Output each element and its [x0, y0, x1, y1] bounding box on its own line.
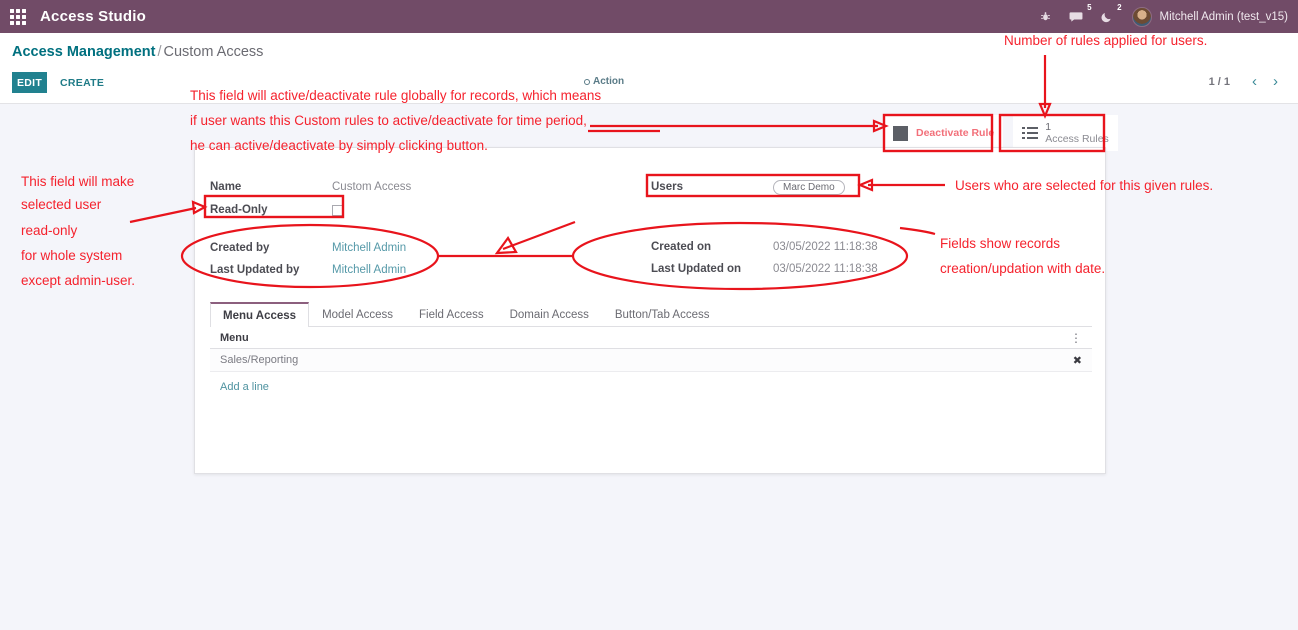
tab-model-access[interactable]: Model Access: [309, 302, 406, 327]
kebab-menu-icon[interactable]: ⋮: [1070, 332, 1082, 344]
created-by-label: Created by: [210, 242, 270, 254]
bug-icon[interactable]: [1040, 11, 1051, 22]
field-name-label: Name: [210, 181, 242, 193]
annotation-top-right: Number of rules applied for users.: [1004, 33, 1208, 48]
user-name-label: Mitchell Admin (test_v15): [1159, 10, 1288, 23]
notebook: Menu Access Model Access Field Access Do…: [210, 301, 1092, 395]
top-navbar: Access Studio 5 2 Mitchell Admin (test_v…: [0, 0, 1298, 33]
cell-menu: Sales/Reporting: [220, 354, 299, 366]
edit-button[interactable]: EDIT: [12, 72, 47, 93]
created-on-value: 03/05/2022 11:18:38: [773, 241, 878, 253]
close-icon[interactable]: ✖: [1073, 354, 1082, 367]
messages-badge: 5: [1087, 2, 1092, 12]
breadcrumb: Access Management / Custom Access: [12, 44, 263, 60]
created-on-label: Created on: [651, 241, 712, 253]
breadcrumb-root-link[interactable]: Access Management: [12, 44, 155, 60]
add-a-line-link[interactable]: Add a line: [220, 381, 269, 393]
annotation-meta-line1: Fields show records: [940, 236, 1061, 251]
pager-next-icon[interactable]: ›: [1265, 74, 1286, 89]
field-readonly-row: Read-Only: [210, 198, 630, 222]
readonly-checkbox[interactable]: [332, 204, 343, 216]
list-header-row: Menu ⋮: [210, 327, 1092, 349]
access-rules-button[interactable]: 1 Access Rules: [1013, 115, 1118, 151]
messages-icon[interactable]: 5: [1069, 3, 1092, 23]
form-sheet: Name Custom Access Read-Only Created by …: [194, 147, 1106, 474]
breadcrumb-current: Custom Access: [163, 44, 264, 60]
last-updated-on-value: 03/05/2022 11:18:38: [773, 263, 878, 275]
annotation-deactivate-line3: he can active/deactivate by simply click…: [190, 138, 488, 153]
field-created-by-row: Created by Mitchell Admin: [210, 237, 630, 259]
annotation-readonly-line3: read-only: [21, 223, 78, 238]
menu-access-list: Menu ⋮ Sales/Reporting ✖ Add a line: [210, 327, 1092, 395]
apps-grid-icon[interactable]: [10, 8, 26, 25]
last-updated-by-value[interactable]: Mitchell Admin: [332, 264, 406, 276]
stat-button-box: Deactivate Rule 1 Access Rules: [884, 115, 1118, 151]
pager-prev-icon[interactable]: ‹: [1244, 74, 1265, 89]
annotation-arrow-readonly: [129, 206, 197, 224]
created-by-value[interactable]: Mitchell Admin: [332, 242, 406, 254]
record-pager: 1 / 1 ‹ ›: [1209, 74, 1286, 89]
annotation-readonly-line1: This field will make: [21, 174, 135, 189]
deactivate-rule-label: Deactivate Rule: [916, 127, 995, 139]
pager-counter: 1 / 1: [1208, 75, 1230, 88]
tab-button-tab-access[interactable]: Button/Tab Access: [602, 302, 723, 327]
field-users-label: Users: [651, 181, 683, 193]
annotation-meta-line2: creation/updation with date.: [940, 261, 1106, 276]
list-icon: [1022, 126, 1039, 140]
access-rules-count: 1: [1045, 120, 1052, 133]
column-header-menu: Menu: [220, 331, 249, 344]
table-row[interactable]: Sales/Reporting ✖: [210, 349, 1092, 372]
access-rules-label: Access Rules: [1045, 133, 1109, 145]
tab-field-access[interactable]: Field Access: [406, 302, 497, 327]
form-left-column: Name Custom Access Read-Only: [210, 176, 630, 222]
avatar: [1131, 6, 1152, 27]
app-brand-title[interactable]: Access Studio: [40, 8, 146, 25]
annotation-deactivate-line1: This field will active/deactivate rule g…: [190, 88, 602, 103]
notebook-tabs: Menu Access Model Access Field Access Do…: [210, 301, 1092, 327]
users-tag[interactable]: Marc Demo: [773, 179, 845, 195]
annotation-deactivate-line2: if user wants this Custom rules to activ…: [190, 113, 587, 128]
toggle-square-icon: [893, 125, 908, 141]
last-updated-on-label: Last Updated on: [651, 263, 742, 275]
field-name-row: Name Custom Access: [210, 176, 630, 198]
form-left-meta: Created by Mitchell Admin Last Updated b…: [210, 237, 630, 281]
tab-menu-access[interactable]: Menu Access: [210, 302, 310, 327]
field-last-updated-by-row: Last Updated by Mitchell Admin: [210, 259, 630, 281]
screen-root: Access Studio 5 2 Mitchell Admin (test_v…: [0, 0, 1298, 630]
activities-icon[interactable]: 2: [1101, 3, 1122, 23]
tab-domain-access[interactable]: Domain Access: [497, 302, 602, 327]
add-a-line-row: Add a line: [210, 372, 1092, 395]
activities-badge: 2: [1117, 2, 1122, 12]
annotation-users: Users who are selected for this given ru…: [955, 178, 1214, 193]
deactivate-rule-button[interactable]: Deactivate Rule: [884, 115, 1004, 151]
annotation-readonly-line4: for whole system: [21, 248, 123, 263]
navbar-right-group: 5 2 Mitchell Admin (test_v15): [1031, 0, 1298, 33]
field-readonly-label: Read-Only: [210, 204, 268, 216]
create-button[interactable]: CREATE: [60, 72, 104, 93]
user-menu[interactable]: Mitchell Admin (test_v15): [1131, 6, 1288, 27]
annotation-readonly-line5: except admin-user.: [21, 273, 136, 288]
last-updated-by-label: Last Updated by: [210, 264, 300, 276]
field-name-value[interactable]: Custom Access: [332, 181, 411, 193]
annotation-readonly-line2: selected user: [21, 197, 102, 212]
